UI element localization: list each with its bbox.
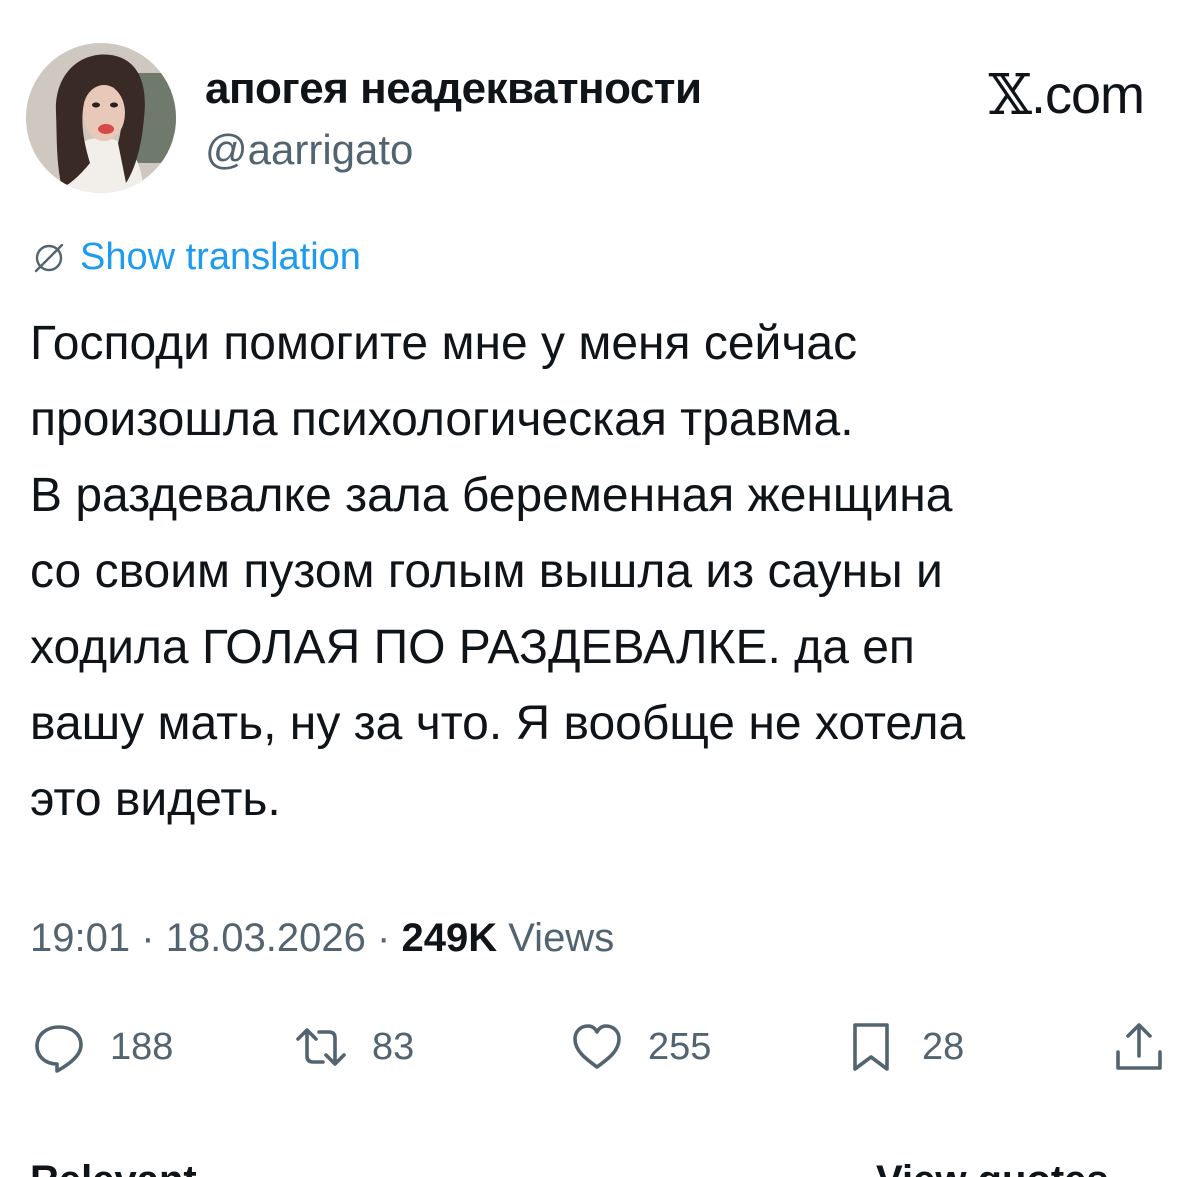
tweet-actions-bar: 188 83 255 28 <box>30 1018 1180 1088</box>
author-display-name[interactable]: апогея неадекватности <box>205 64 702 114</box>
like-count: 255 <box>648 1025 712 1068</box>
tweet-body-text: Господи помогите мне у меня сейчас произ… <box>30 317 966 826</box>
globe-icon <box>34 243 64 272</box>
bookmark-count: 28 <box>922 1025 965 1068</box>
avatar[interactable] <box>26 43 176 193</box>
meta-separator: · <box>377 916 391 960</box>
show-translation-link[interactable]: Show translation <box>80 236 361 279</box>
reply-count: 188 <box>110 1025 174 1068</box>
footer-tabs-peek: Relevant View quotes <box>0 1148 1200 1177</box>
reply-icon <box>35 1025 83 1073</box>
retweet-icon <box>296 1028 346 1066</box>
retweet-button[interactable]: 83 <box>292 1018 414 1076</box>
brand-suffix: .com <box>1030 65 1145 125</box>
reply-button[interactable]: 188 <box>30 1018 173 1076</box>
avatar-portrait <box>26 43 176 193</box>
tweet-date[interactable]: 18.03.2026 <box>166 916 366 960</box>
views-label[interactable]: Views <box>508 916 614 960</box>
views-count[interactable]: 249K <box>401 916 497 960</box>
view-quotes-link[interactable]: View quotes <box>876 1158 1109 1177</box>
bookmark-icon <box>853 1023 889 1071</box>
like-button[interactable]: 255 <box>568 1018 711 1076</box>
author-handle[interactable]: @aarrigato <box>205 126 413 174</box>
x-logo-glyph: 𝕏 <box>988 63 1032 128</box>
share-button[interactable] <box>1110 1018 1168 1076</box>
retweet-count: 83 <box>372 1025 415 1068</box>
show-translation-row[interactable]: Show translation <box>32 236 361 279</box>
bookmark-button[interactable]: 28 <box>842 1018 964 1076</box>
tweet-meta: 19:01 · 18.03.2026 · 249K Views <box>30 916 614 961</box>
tweet-time[interactable]: 19:01 <box>30 916 130 960</box>
x-com-logo: 𝕏.com <box>988 62 1145 128</box>
heart-icon <box>573 1024 621 1069</box>
relevant-sort-button[interactable]: Relevant <box>30 1158 197 1177</box>
meta-separator: · <box>141 916 155 960</box>
share-icon <box>1116 1023 1162 1070</box>
